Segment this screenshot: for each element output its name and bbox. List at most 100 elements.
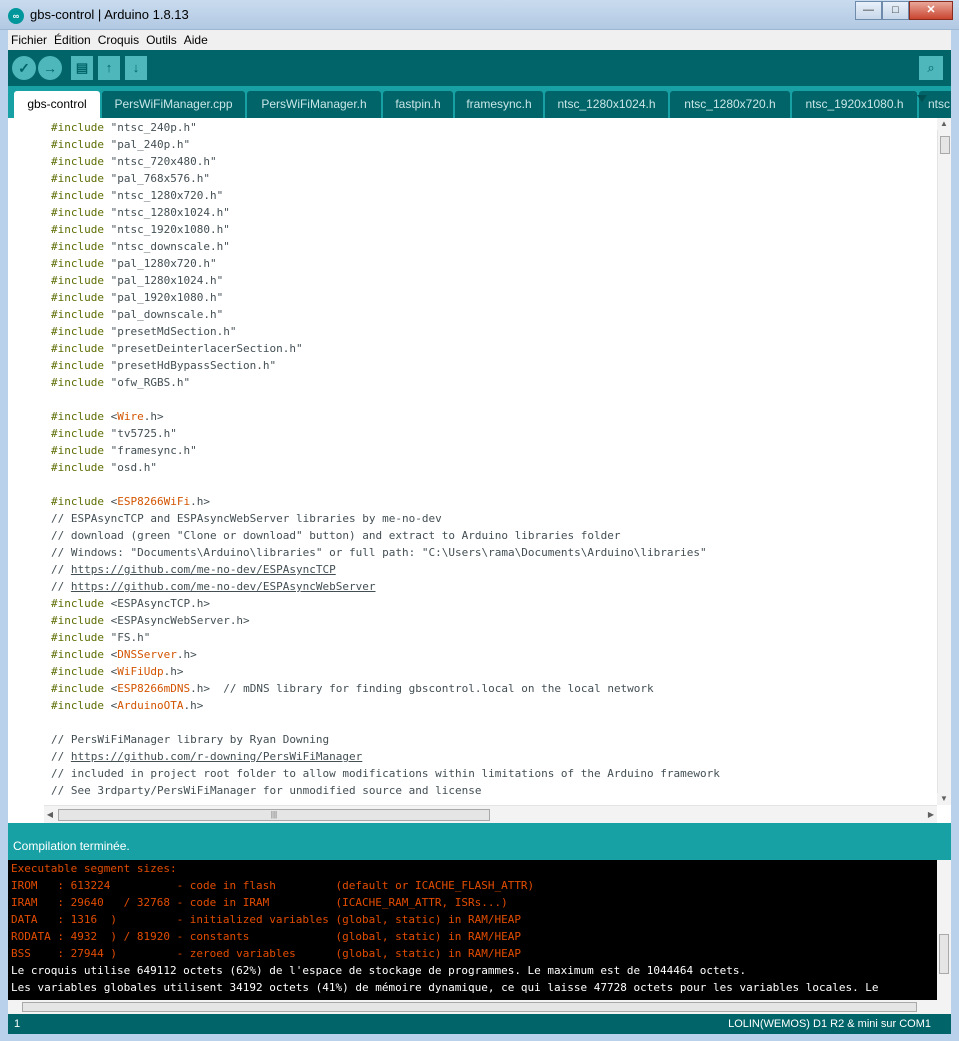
minimize-button[interactable]: —	[855, 1, 882, 20]
code-line[interactable]: 29#include <ESPAsyncTCP.h>	[44, 594, 937, 611]
scroll-down-arrow-icon[interactable]: ▼	[937, 793, 951, 805]
line-number-gutter	[8, 118, 44, 805]
save-sketch-button[interactable]: ↓	[125, 56, 147, 80]
url-link[interactable]: https://github.com/me-no-dev/ESPAsyncWeb…	[71, 580, 376, 593]
url-link[interactable]: https://github.com/me-no-dev/ESPAsyncTCP	[71, 563, 336, 576]
preprocessor-keyword: #include	[51, 359, 104, 372]
code-area[interactable]: 1#include "ntsc_240p.h"2#include "pal_24…	[44, 118, 937, 805]
code-line[interactable]: 8#include "ntsc_downscale.h"	[44, 237, 937, 254]
preprocessor-keyword: #include	[51, 223, 104, 236]
code-line[interactable]: 3#include "ntsc_720x480.h"	[44, 152, 937, 169]
code-line[interactable]: 18#include <Wire.h>	[44, 407, 937, 424]
code-line[interactable]: 38// https://github.com/r-downing/PersWi…	[44, 747, 937, 764]
code-text: #include "pal_240p.h"	[51, 138, 190, 151]
code-text: #include <Wire.h>	[51, 410, 164, 423]
editor-horizontal-scrollbar[interactable]: ◀ ||| ▶	[44, 805, 937, 823]
tab-fastpin-h[interactable]: fastpin.h	[383, 91, 453, 118]
code-line[interactable]: 17	[44, 390, 937, 407]
code-line[interactable]: 36	[44, 713, 937, 730]
code-text: #include "presetHdBypassSection.h"	[51, 359, 276, 372]
upload-button[interactable]: →	[38, 56, 62, 80]
code-line[interactable]: 15#include "presetHdBypassSection.h"	[44, 356, 937, 373]
console-horizontal-scrollbar[interactable]	[8, 1000, 951, 1014]
menu-outils[interactable]: Outils	[146, 33, 177, 47]
window-title: gbs-control | Arduino 1.8.13	[30, 7, 189, 22]
code-line[interactable]: 7#include "ntsc_1920x1080.h"	[44, 220, 937, 237]
scroll-right-arrow-icon[interactable]: ▶	[925, 806, 937, 824]
maximize-button[interactable]: □	[882, 1, 909, 20]
preprocessor-keyword: #include	[51, 665, 104, 678]
code-line[interactable]: 6#include "ntsc_1280x1024.h"	[44, 203, 937, 220]
menu-fichier[interactable]: Fichier	[11, 33, 47, 47]
tab-framesync-h[interactable]: framesync.h	[455, 91, 543, 118]
code-line[interactable]: 19#include "tv5725.h"	[44, 424, 937, 441]
scroll-up-arrow-icon[interactable]: ▲	[937, 118, 951, 130]
console-horizontal-scroll-thumb[interactable]	[22, 1002, 917, 1012]
code-token: "presetDeinterlacerSection.h"	[103, 342, 303, 355]
tab-gbs-control[interactable]: gbs-control	[14, 91, 100, 118]
code-editor[interactable]: 1#include "ntsc_240p.h"2#include "pal_24…	[8, 118, 951, 823]
editor-vertical-scroll-thumb[interactable]	[940, 136, 950, 154]
code-text: // download (green "Clone or download" b…	[51, 529, 621, 542]
console-line: RODATA : 4932 ) / 81920 - constants (glo…	[11, 930, 521, 943]
code-line[interactable]: 34#include <ESP8266mDNS.h> // mDNS libra…	[44, 679, 937, 696]
code-line[interactable]: 21#include "osd.h"	[44, 458, 937, 475]
code-line[interactable]: 14#include "presetDeinterlacerSection.h"	[44, 339, 937, 356]
tab-perswifimanager-cpp[interactable]: PersWiFiManager.cpp	[102, 91, 245, 118]
code-line[interactable]: 12#include "pal_downscale.h"	[44, 305, 937, 322]
code-line[interactable]: 37// PersWiFiManager library by Ryan Dow…	[44, 730, 937, 747]
editor-horizontal-scroll-thumb[interactable]: |||	[58, 809, 490, 821]
code-line[interactable]: 1#include "ntsc_240p.h"	[44, 118, 937, 135]
status-bar: Compilation terminée.	[8, 829, 951, 860]
url-link[interactable]: https://github.com/r-downing/PersWiFiMan…	[71, 750, 362, 763]
editor-vertical-scrollbar[interactable]	[937, 130, 951, 805]
menu-aide[interactable]: Aide	[184, 33, 208, 47]
tab-ntsc-1280x720-h[interactable]: ntsc_1280x720.h	[670, 91, 790, 118]
code-line[interactable]: 28// https://github.com/me-no-dev/ESPAsy…	[44, 577, 937, 594]
code-text: #include <DNSServer.h>	[51, 648, 197, 661]
tab-ntsc-1280x1024-h[interactable]: ntsc_1280x1024.h	[545, 91, 668, 118]
tab-bar: gbs-control PersWiFiManager.cpp PersWiFi…	[8, 86, 951, 118]
verify-button[interactable]: ✓	[12, 56, 36, 80]
code-line[interactable]: 30#include <ESPAsyncWebServer.h>	[44, 611, 937, 628]
console-vertical-scroll-thumb[interactable]	[939, 934, 949, 974]
console-output[interactable]: Executable segment sizes: IROM : 613224 -…	[8, 860, 951, 1014]
code-text: // https://github.com/me-no-dev/ESPAsync…	[51, 563, 336, 576]
code-line[interactable]: 39// included in project root folder to …	[44, 764, 937, 781]
console-vertical-scrollbar[interactable]	[937, 860, 951, 1000]
code-token: "ntsc_240p.h"	[103, 121, 197, 134]
code-line[interactable]: 31#include "FS.h"	[44, 628, 937, 645]
code-line[interactable]: 11#include "pal_1920x1080.h"	[44, 288, 937, 305]
tab-perswifimanager-h[interactable]: PersWiFiManager.h	[247, 91, 381, 118]
close-button[interactable]: ✕	[909, 1, 953, 20]
menu-croquis[interactable]: Croquis	[98, 33, 139, 47]
code-line[interactable]: 26// Windows: "Documents\Arduino\librari…	[44, 543, 937, 560]
code-line[interactable]: 13#include "presetMdSection.h"	[44, 322, 937, 339]
code-line[interactable]: 4#include "pal_768x576.h"	[44, 169, 937, 186]
code-line[interactable]: 32#include <DNSServer.h>	[44, 645, 937, 662]
code-line[interactable]: 22	[44, 475, 937, 492]
code-line[interactable]: 16#include "ofw_RGBS.h"	[44, 373, 937, 390]
code-line[interactable]: 35#include <ArduinoOTA.h>	[44, 696, 937, 713]
code-line[interactable]: 27// https://github.com/me-no-dev/ESPAsy…	[44, 560, 937, 577]
menu-edition[interactable]: Édition	[54, 33, 91, 47]
code-line[interactable]: 10#include "pal_1280x1024.h"	[44, 271, 937, 288]
code-line[interactable]: 33#include <WiFiUdp.h>	[44, 662, 937, 679]
arduino-logo-icon: ∞	[8, 8, 24, 24]
code-line[interactable]: 2#include "pal_240p.h"	[44, 135, 937, 152]
code-line[interactable]: 23#include <ESP8266WiFi.h>	[44, 492, 937, 509]
code-line[interactable]: 9#include "pal_1280x720.h"	[44, 254, 937, 271]
new-sketch-button[interactable]: ▤	[71, 56, 93, 80]
tab-ntsc-1920x1080-h[interactable]: ntsc_1920x1080.h	[792, 91, 917, 118]
serial-monitor-button[interactable]: ⌕	[919, 56, 943, 80]
code-token: // Windows: "Documents\Arduino\libraries…	[51, 546, 707, 559]
open-sketch-button[interactable]: ↑	[98, 56, 120, 80]
code-token: "presetMdSection.h"	[103, 325, 237, 338]
scroll-left-arrow-icon[interactable]: ◀	[44, 806, 56, 824]
code-line[interactable]: 24// ESPAsyncTCP and ESPAsyncWebServer l…	[44, 509, 937, 526]
code-line[interactable]: 25// download (green "Clone or download"…	[44, 526, 937, 543]
code-line[interactable]: 40// See 3rdparty/PersWiFiManager for un…	[44, 781, 937, 798]
code-line[interactable]: 5#include "ntsc_1280x720.h"	[44, 186, 937, 203]
tab-menu-dropdown-icon[interactable]	[917, 95, 927, 102]
code-line[interactable]: 20#include "framesync.h"	[44, 441, 937, 458]
